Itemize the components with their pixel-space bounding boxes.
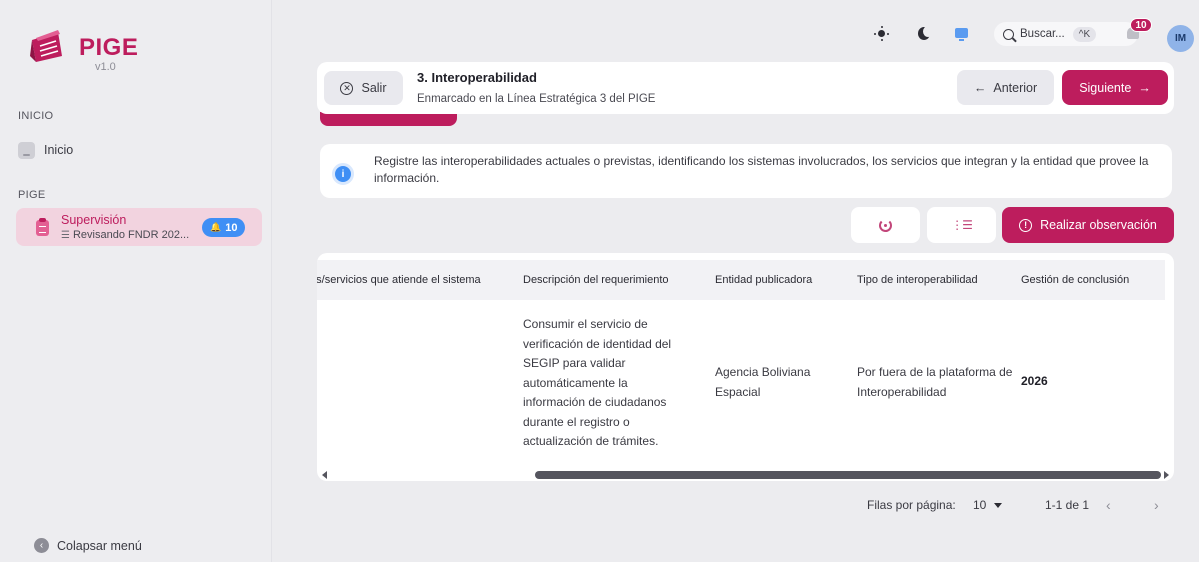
horizontal-scrollbar[interactable] xyxy=(535,471,1161,479)
cell-tipo: Por fuera de la plataforma de Interopera… xyxy=(857,365,1013,399)
chevron-left-icon: ‹ xyxy=(34,538,49,553)
info-icon: i xyxy=(332,163,354,185)
cell-descripcion: Consumir el servicio de verificación de … xyxy=(523,317,672,448)
info-banner: i Registre las interoperabilidades actua… xyxy=(320,144,1172,198)
next-button[interactable]: Siguiente → xyxy=(1062,70,1168,105)
rows-per-page-label: Filas por página: xyxy=(867,498,956,512)
search-input[interactable]: Buscar... ^K xyxy=(994,22,1138,46)
refresh-icon xyxy=(879,218,892,232)
column-header-servicios: tes/servicios que atiende el sistema xyxy=(317,274,481,286)
info-text: Registre las interoperabilidades actuale… xyxy=(374,154,1149,185)
column-header-descripcion: Descripción del requerimiento xyxy=(523,274,669,286)
notification-count-badge: 10 xyxy=(1130,18,1152,32)
table-header: tes/servicios que atiende el sistema Des… xyxy=(317,260,1165,300)
sun-icon[interactable] xyxy=(874,26,889,41)
rows-per-page-select[interactable]: 10 xyxy=(973,498,1003,512)
collapse-menu-label: Colapsar menú xyxy=(57,538,142,553)
sidebar-item-inicio[interactable]: Inicio xyxy=(18,139,73,161)
notification-badge: 🔔 10 xyxy=(202,218,246,237)
sidebar: PIGE v1.0 INICIO Inicio PIGE Supervisión… xyxy=(0,0,272,562)
scroll-left-arrow-icon[interactable] xyxy=(322,471,327,479)
chevron-right-icon[interactable]: › xyxy=(1154,497,1159,513)
arrow-left-icon: ← xyxy=(973,80,987,95)
close-circle-icon: ✕ xyxy=(340,81,354,95)
chevron-left-icon[interactable]: ‹ xyxy=(1106,497,1111,513)
page-title: 3. Interoperabilidad xyxy=(417,70,537,85)
search-placeholder: Buscar... xyxy=(1020,28,1065,40)
alert-circle-icon: ! xyxy=(1019,218,1033,232)
pagination-range: 1-1 de 1 xyxy=(1045,498,1090,512)
exit-button[interactable]: ✕ Salir xyxy=(324,71,403,105)
avatar[interactable]: IM xyxy=(1167,25,1194,52)
pige-logo-icon xyxy=(30,30,62,62)
moon-icon[interactable] xyxy=(918,26,933,40)
column-header-entidad: Entidad publicadora xyxy=(715,274,813,286)
search-shortcut: ^K xyxy=(1072,26,1097,42)
column-header-tipo: Tipo de interoperabilidad xyxy=(857,274,978,286)
collapse-menu-button[interactable]: ‹ Colapsar menú xyxy=(34,538,142,553)
sidebar-item-supervision[interactable]: Supervisión ☰ Revisando FNDR 202... 🔔 10 xyxy=(16,208,262,246)
refresh-button[interactable] xyxy=(851,207,920,243)
column-header-gestion: Gestión de conclusión xyxy=(1021,274,1130,286)
list-view-button[interactable]: ⋮☰ xyxy=(927,207,996,243)
cell-entidad: Agencia Boliviana Espacial xyxy=(715,365,811,399)
sidebar-item-title: Supervisión xyxy=(61,213,127,227)
monitor-icon[interactable] xyxy=(955,28,968,41)
bell-icon: 🔔 xyxy=(210,222,222,232)
sidebar-item-label: Inicio xyxy=(44,143,74,157)
scroll-right-arrow-icon[interactable] xyxy=(1164,471,1169,479)
previous-button[interactable]: ← Anterior xyxy=(957,70,1054,105)
app-name: PIGE xyxy=(79,34,139,61)
page-subtitle: Enmarcado en la Línea Estratégica 3 del … xyxy=(417,93,656,105)
arrow-right-icon: → xyxy=(1138,80,1151,95)
home-icon xyxy=(18,141,35,159)
list-icon: ⋮☰ xyxy=(951,218,973,232)
chevron-down-icon xyxy=(994,502,1003,508)
app-version: v1.0 xyxy=(95,61,116,73)
section-label-pige: PIGE xyxy=(18,189,46,201)
search-icon xyxy=(1003,28,1014,40)
cell-gestion: 2026 xyxy=(1021,374,1048,388)
interoperability-table: tes/servicios que atiende el sistema Des… xyxy=(317,253,1174,481)
clipboard-icon xyxy=(36,218,49,236)
section-label-inicio: INICIO xyxy=(18,110,54,122)
active-tab-indicator xyxy=(320,112,457,126)
sidebar-item-subtitle: ☰ Revisando FNDR 202... xyxy=(61,229,190,241)
make-observation-button[interactable]: ! Realizar observación xyxy=(1002,207,1174,243)
step-header: ✕ Salir 3. Interoperabilidad Enmarcado e… xyxy=(317,62,1174,114)
list-icon: ☰ xyxy=(61,230,70,241)
